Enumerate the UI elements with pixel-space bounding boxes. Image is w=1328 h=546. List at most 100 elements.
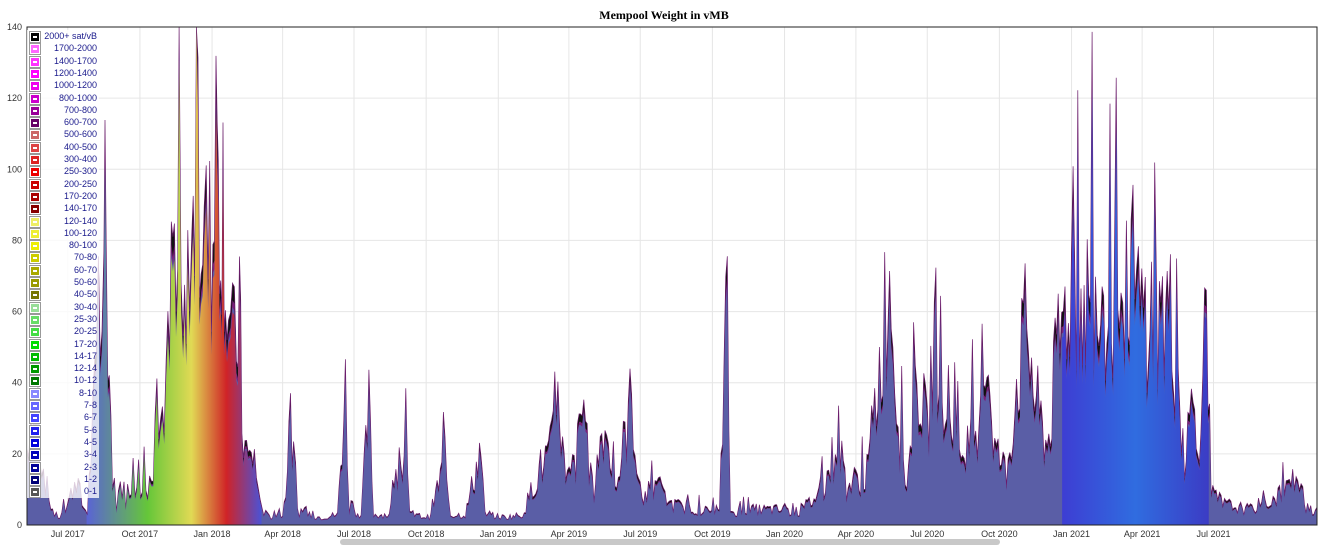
- y-tick-label: 100: [7, 164, 22, 174]
- legend-label: 250-300: [63, 166, 97, 177]
- legend-item[interactable]: 60-70: [27, 264, 99, 277]
- legend-item[interactable]: 600-700: [27, 116, 99, 130]
- y-tick-label: 60: [12, 307, 22, 317]
- legend-label: 40-50: [73, 289, 97, 300]
- horizontal-scrollbar[interactable]: [340, 539, 1000, 545]
- legend-item[interactable]: 6-7: [27, 411, 99, 425]
- legend-swatch: [29, 473, 41, 486]
- legend-item[interactable]: 200-250: [27, 178, 99, 191]
- legend-swatch: [29, 449, 41, 462]
- legend-label: 12-14: [73, 363, 97, 374]
- legend-swatch: [29, 190, 41, 203]
- legend-item[interactable]: 400-500: [27, 141, 99, 154]
- x-tick-label: Oct 2018: [408, 529, 445, 539]
- legend-swatch: [29, 117, 41, 130]
- legend-swatch: [29, 486, 41, 499]
- legend-swatch: [29, 277, 41, 289]
- legend-label: 200-250: [63, 178, 97, 189]
- legend-item[interactable]: 800-1000: [27, 92, 99, 105]
- legend-item[interactable]: 70-80: [27, 251, 99, 265]
- legend-item[interactable]: 500-600: [27, 128, 99, 142]
- legend-item[interactable]: 25-30: [27, 313, 99, 326]
- x-tick-label: Jul 2018: [337, 529, 371, 539]
- legend-item[interactable]: 10-12: [27, 374, 99, 388]
- legend-item[interactable]: 300-400: [27, 153, 99, 166]
- legend-item[interactable]: 100-120: [27, 227, 99, 240]
- legend-item[interactable]: 2-3: [27, 461, 99, 474]
- legend-swatch: [29, 43, 41, 56]
- legend-label: 170-200: [63, 190, 97, 201]
- legend-item[interactable]: 1700-2000: [27, 42, 99, 56]
- legend-label: 80-100: [68, 240, 97, 251]
- legend-label: 800-1000: [58, 92, 97, 103]
- legend-label: 1700-2000: [53, 43, 97, 54]
- legend-label: 50-60: [73, 277, 97, 287]
- legend-item[interactable]: 8-10: [27, 387, 99, 400]
- legend-swatch: [29, 31, 41, 43]
- x-tick-label: Jul 2019: [623, 529, 657, 539]
- legend-item[interactable]: 4-5: [27, 436, 99, 449]
- legend-item[interactable]: 30-40: [27, 301, 99, 314]
- legend-item[interactable]: 170-200: [27, 190, 99, 203]
- legend-label: 1000-1200: [53, 80, 97, 91]
- legend-item[interactable]: 140-170: [27, 202, 99, 216]
- legend-swatch: [29, 227, 41, 240]
- legend-item[interactable]: 2000+ sat/vB: [27, 30, 99, 43]
- legend-item[interactable]: 80-100: [27, 239, 99, 253]
- legend: 2000+ sat/vB 1700-2000 1400-1700 1200-1400 1…: [27, 30, 99, 499]
- y-tick-label: 80: [12, 235, 22, 245]
- y-tick-label: 120: [7, 93, 22, 103]
- legend-item[interactable]: 700-800: [27, 104, 99, 117]
- legend-label: 17-20: [73, 338, 97, 349]
- legend-item[interactable]: 50-60: [27, 276, 99, 289]
- legend-item[interactable]: 120-140: [27, 215, 99, 228]
- y-tick-label: 40: [12, 378, 22, 388]
- legend-label: 14-17: [73, 350, 97, 361]
- legend-label: 20-25: [73, 326, 97, 337]
- legend-label: 300-400: [63, 154, 97, 164]
- legend-swatch: [29, 436, 41, 449]
- legend-label: 400-500: [63, 141, 97, 152]
- legend-item[interactable]: 0-1: [27, 485, 99, 499]
- legend-swatch: [29, 154, 41, 166]
- legend-swatch: [29, 141, 41, 154]
- legend-item[interactable]: 12-14: [27, 362, 99, 376]
- legend-item[interactable]: 20-25: [27, 325, 99, 339]
- x-tick-label: Jan 2018: [194, 529, 231, 539]
- legend-swatch: [29, 67, 41, 80]
- legend-item[interactable]: 7-8: [27, 399, 99, 412]
- legend-item[interactable]: 5-6: [27, 424, 99, 437]
- legend-item[interactable]: 250-300: [27, 165, 99, 179]
- legend-label: 70-80: [73, 252, 97, 263]
- legend-swatch: [29, 203, 41, 216]
- legend-item[interactable]: 40-50: [27, 288, 99, 302]
- legend-swatch: [29, 55, 41, 68]
- legend-label: 7-8: [83, 400, 97, 410]
- legend-item[interactable]: 3-4: [27, 448, 99, 462]
- legend-item[interactable]: 1-2: [27, 473, 99, 486]
- legend-item[interactable]: 1000-1200: [27, 79, 99, 93]
- x-tick-label: Apr 2021: [1124, 529, 1161, 539]
- x-tick-label: Oct 2020: [981, 529, 1018, 539]
- legend-label: 500-600: [63, 129, 97, 140]
- legend-label: 600-700: [63, 117, 97, 128]
- legend-label: 2000+ sat/vB: [44, 31, 97, 41]
- legend-swatch: [29, 313, 41, 326]
- x-tick-label: Jul 2020: [910, 529, 944, 539]
- legend-swatch: [29, 363, 41, 376]
- legend-swatch: [29, 80, 41, 93]
- legend-swatch: [29, 387, 41, 400]
- legend-label: 1200-1400: [53, 67, 97, 78]
- chart-plot: 0 20 40 60 80 100 120 140 Jul 2017 Oct 2017 Jan 20…: [7, 22, 1318, 539]
- legend-label: 4-5: [83, 436, 97, 447]
- legend-item[interactable]: 14-17: [27, 350, 99, 363]
- legend-item[interactable]: 1200-1400: [27, 67, 99, 80]
- x-tick-label: Apr 2020: [838, 529, 875, 539]
- legend-label: 8-10: [78, 387, 97, 398]
- legend-label: 1-2: [83, 473, 97, 484]
- legend-item[interactable]: 1400-1700: [27, 55, 99, 68]
- legend-swatch: [29, 252, 41, 265]
- legend-item[interactable]: 17-20: [27, 338, 99, 351]
- x-tick-label: Apr 2019: [551, 529, 588, 539]
- legend-label: 120-140: [63, 215, 97, 226]
